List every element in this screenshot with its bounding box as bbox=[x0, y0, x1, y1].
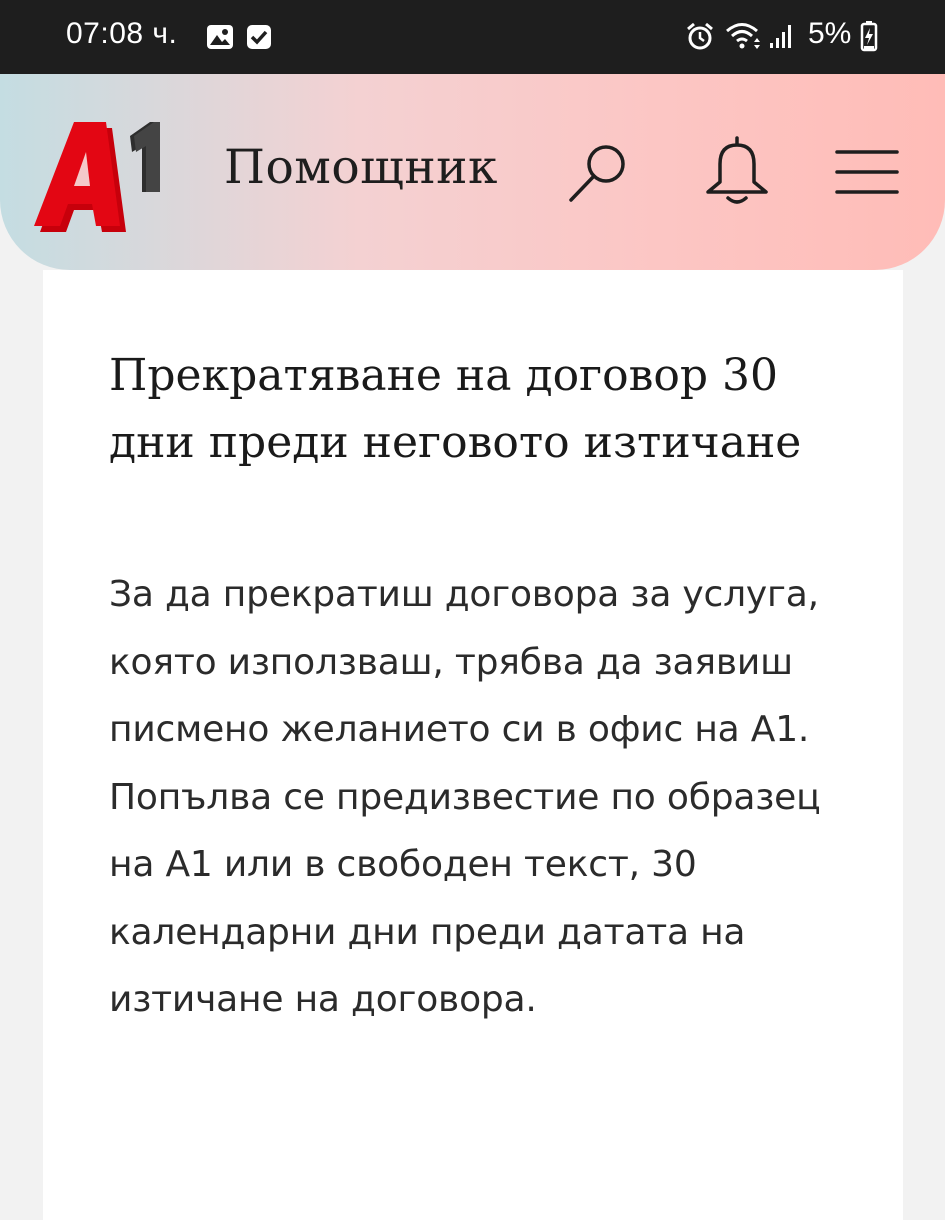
battery-charging-icon bbox=[860, 20, 878, 60]
article-body: За да прекратиш договора за услуга, коят… bbox=[109, 574, 821, 1020]
alarm-icon bbox=[686, 22, 714, 60]
checkbox-icon bbox=[246, 24, 272, 58]
battery-percentage: 5% bbox=[808, 17, 852, 50]
status-bar: 07:08 ч. 5% bbox=[0, 0, 945, 74]
article-card: Прекратяване на договор 30 дни преди нег… bbox=[43, 270, 903, 1220]
a1-logo[interactable] bbox=[34, 114, 166, 236]
header-title: Помощник bbox=[224, 140, 498, 195]
article-title: Прекратяване на договор 30 дни преди нег… bbox=[109, 350, 802, 468]
search-icon[interactable] bbox=[566, 140, 632, 210]
app-header: Помощник bbox=[0, 74, 945, 270]
signal-icon bbox=[768, 22, 796, 58]
status-time: 07:08 ч. bbox=[66, 17, 178, 50]
wifi-icon bbox=[724, 20, 764, 60]
bell-icon[interactable] bbox=[700, 134, 774, 214]
menu-icon[interactable] bbox=[834, 146, 900, 202]
image-icon bbox=[206, 24, 234, 58]
